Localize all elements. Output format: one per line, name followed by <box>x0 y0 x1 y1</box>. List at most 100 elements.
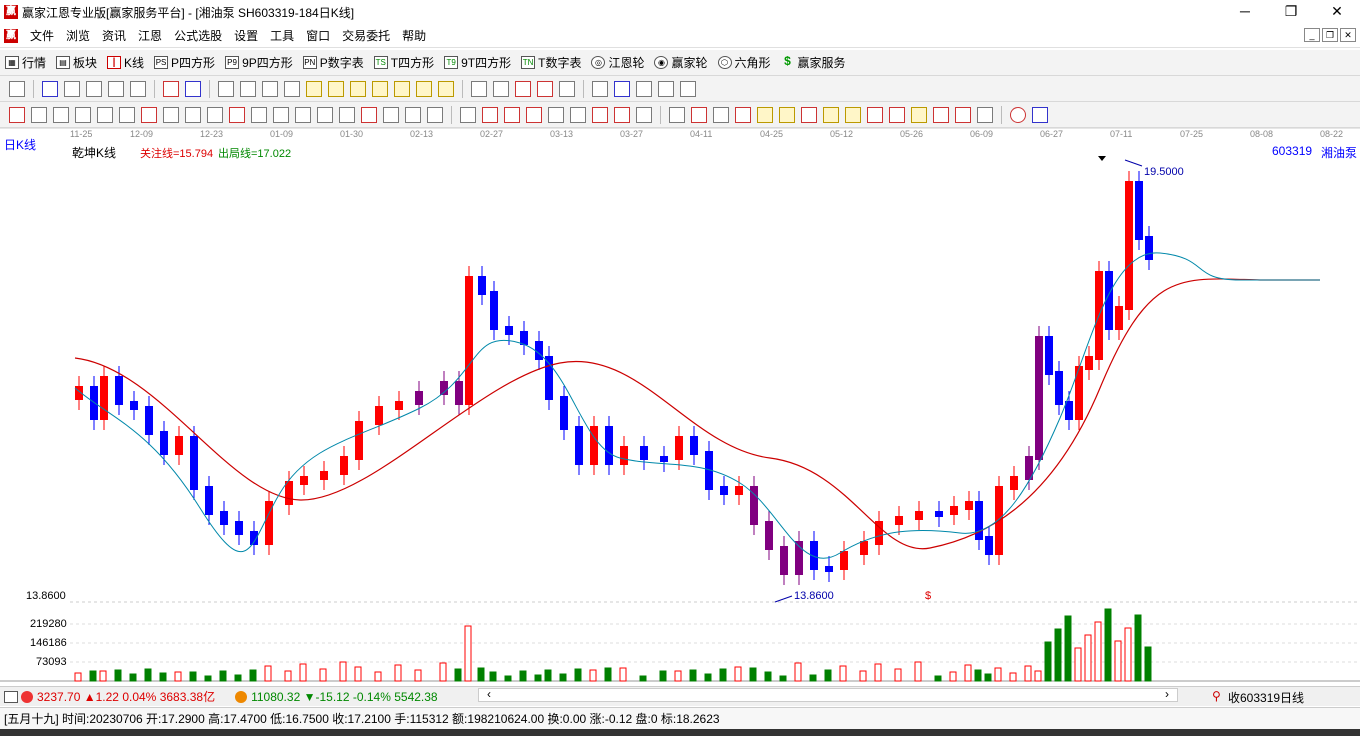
infinity-icon[interactable] <box>1032 106 1048 123</box>
chart-type-icon[interactable] <box>185 80 201 97</box>
candle-type-icon[interactable] <box>130 80 146 97</box>
mdi-close-icon[interactable]: ✕ <box>1340 28 1356 42</box>
trend-icon[interactable] <box>482 106 498 123</box>
list-icon[interactable] <box>669 106 685 123</box>
toolbar-9p-square[interactable]: P9 9P四方形 <box>220 54 298 71</box>
matrix-icon[interactable] <box>592 106 608 123</box>
period-select-icon[interactable] <box>9 80 25 97</box>
document-icon[interactable] <box>64 80 80 97</box>
menu-browse[interactable]: 浏览 <box>60 27 96 44</box>
slash-icon[interactable] <box>548 106 564 123</box>
tower2-icon[interactable] <box>361 106 377 123</box>
draw-icon[interactable] <box>515 80 531 97</box>
pen-icon[interactable] <box>9 106 25 123</box>
time2-icon[interactable] <box>845 106 861 123</box>
toolbar-gann-wheel[interactable]: ◎ 江恩轮 <box>586 54 649 71</box>
fork2-icon[interactable] <box>75 106 91 123</box>
select-icon[interactable] <box>559 80 575 97</box>
toolbar-t-table[interactable]: TN T数字表 <box>516 54 586 71</box>
frame-icon[interactable] <box>460 106 476 123</box>
pin-icon[interactable]: ⚲ <box>1212 689 1221 703</box>
menu-trade[interactable]: 交易委托 <box>336 27 396 44</box>
first-page-icon[interactable] <box>218 80 234 97</box>
price-icon[interactable] <box>911 106 927 123</box>
toolbar-service[interactable]: $ 赢家服务 <box>776 54 851 71</box>
menu-gann[interactable]: 江恩 <box>132 27 168 44</box>
refresh-icon[interactable] <box>163 80 179 97</box>
menu-file[interactable]: 文件 <box>24 27 60 44</box>
brush-icon[interactable] <box>141 106 157 123</box>
scroll-left-icon[interactable]: ‹ <box>487 687 491 701</box>
cycle-icon[interactable] <box>801 106 817 123</box>
mdi-minimize-icon[interactable]: _ <box>1304 28 1320 42</box>
hash-icon[interactable] <box>383 106 399 123</box>
hash2-icon[interactable] <box>405 106 421 123</box>
speed-icon[interactable] <box>867 106 883 123</box>
diamond-right-icon[interactable] <box>416 80 432 97</box>
lines-icon[interactable] <box>636 106 652 123</box>
menu-window[interactable]: 窗口 <box>300 27 336 44</box>
zoom-out-icon[interactable] <box>328 80 344 97</box>
toolbar-quotes[interactable]: ▦ 行情 <box>0 54 51 71</box>
speed2-icon[interactable] <box>889 106 905 123</box>
grid-tool-icon[interactable] <box>31 106 47 123</box>
ball-icon[interactable] <box>1010 106 1026 123</box>
hand-icon[interactable] <box>471 80 487 97</box>
coin-icon[interactable] <box>757 106 773 123</box>
favorite-label[interactable]: 收603319日线 <box>1228 689 1304 706</box>
prev-icon[interactable] <box>262 80 278 97</box>
channel-icon[interactable] <box>504 106 520 123</box>
arc-icon[interactable] <box>229 106 245 123</box>
bracket-icon[interactable] <box>317 106 333 123</box>
line-icon[interactable] <box>108 80 124 97</box>
diamond-all-icon[interactable] <box>438 80 454 97</box>
menu-formula[interactable]: 公式选股 <box>168 27 228 44</box>
horizontal-scrollbar[interactable]: ‹ › <box>478 687 1178 702</box>
rect-icon[interactable] <box>273 106 289 123</box>
toolbar-winner-wheel[interactable]: ◉ 赢家轮 <box>649 54 712 71</box>
level-icon[interactable] <box>735 106 751 123</box>
close-button[interactable]: ✕ <box>1314 0 1360 24</box>
diamond-up-icon[interactable] <box>350 80 366 97</box>
indicator-icon[interactable] <box>42 80 58 97</box>
print-icon[interactable] <box>658 80 674 97</box>
diamond-down-icon[interactable] <box>372 80 388 97</box>
calendar-icon[interactable] <box>592 80 608 97</box>
menu-settings[interactable]: 设置 <box>228 27 264 44</box>
price4-icon[interactable] <box>977 106 993 123</box>
coin2-icon[interactable] <box>779 106 795 123</box>
columns-icon[interactable] <box>185 106 201 123</box>
matrix2-icon[interactable] <box>614 106 630 123</box>
star-icon[interactable] <box>251 106 267 123</box>
bars2-icon[interactable] <box>427 106 443 123</box>
gann-icon[interactable] <box>537 80 553 97</box>
kline-chart[interactable] <box>0 128 1360 684</box>
fan-icon[interactable] <box>295 106 311 123</box>
export-icon[interactable] <box>680 80 696 97</box>
crosshair-icon[interactable] <box>493 80 509 97</box>
toolbar-t-square[interactable]: TS T四方形 <box>369 54 439 71</box>
fork-icon[interactable] <box>53 106 69 123</box>
price3-icon[interactable] <box>955 106 971 123</box>
comb-icon[interactable] <box>97 106 113 123</box>
toolbar-p-table[interactable]: PN P数字表 <box>298 54 369 71</box>
save-icon[interactable] <box>636 80 652 97</box>
mdi-restore-icon[interactable]: ❐ <box>1322 28 1338 42</box>
circle-icon[interactable] <box>163 106 179 123</box>
bars-icon[interactable] <box>86 80 102 97</box>
angle-icon[interactable] <box>207 106 223 123</box>
toolbar-sectors[interactable]: ▤ 板块 <box>51 54 102 71</box>
ruler-icon[interactable] <box>570 106 586 123</box>
time-icon[interactable] <box>823 106 839 123</box>
price2-icon[interactable] <box>933 106 949 123</box>
scroll-right-icon[interactable]: › <box>1165 687 1169 701</box>
menu-tools[interactable]: 工具 <box>264 27 300 44</box>
wave-icon[interactable] <box>119 106 135 123</box>
restore-button[interactable]: ❐ <box>1268 0 1314 24</box>
toolbar-p-square[interactable]: PS P四方形 <box>149 54 220 71</box>
tower-icon[interactable] <box>339 106 355 123</box>
toolbar-9t-square[interactable]: T9 9T四方形 <box>439 54 516 71</box>
fib-icon[interactable] <box>691 106 707 123</box>
last-page-icon[interactable] <box>240 80 256 97</box>
zoom-in-icon[interactable] <box>306 80 322 97</box>
